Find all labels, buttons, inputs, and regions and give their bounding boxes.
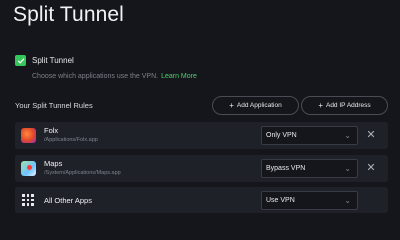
page-title: Split Tunnel [13,3,124,26]
app-name: Maps [44,159,63,168]
chevron-down-icon: ⌄ [344,196,351,205]
check-icon [17,57,24,63]
rule-row-all-other-apps: All Other Apps Use VPN ⌄ [15,187,388,213]
rule-row-folx: Folx /Applications/Folx.app Only VPN ⌄ ✕ [15,122,388,149]
split-tunnel-label: Split Tunnel [32,56,74,65]
close-icon[interactable]: ✕ [365,129,377,141]
mode-select-value: Use VPN [266,197,295,204]
split-tunnel-checkbox[interactable] [15,55,26,66]
add-ip-address-button[interactable]: + Add IP Address [301,96,388,115]
chevron-down-icon: ⌄ [344,164,351,173]
add-ip-address-label: Add IP Address [325,102,371,109]
maps-app-icon [21,161,36,176]
mode-select-all-other-apps[interactable]: Use VPN ⌄ [261,191,358,210]
add-application-button[interactable]: + Add Application [212,96,299,115]
app-name: Folx [44,126,59,135]
mode-select-value: Only VPN [266,132,297,139]
close-icon[interactable]: ✕ [365,162,377,174]
chevron-down-icon: ⌄ [344,131,351,140]
split-tunnel-toggle[interactable]: Split Tunnel [15,55,74,66]
mode-select-folx[interactable]: Only VPN ⌄ [261,126,358,145]
plus-icon: + [229,101,234,110]
description: Choose which applications use the VPN. Le… [32,73,197,80]
app-path: /System/Applications/Maps.app [44,170,121,176]
app-path: /Applications/Folx.app [44,137,98,143]
mode-select-value: Bypass VPN [266,165,306,172]
description-text: Choose which applications use the VPN. [32,73,159,80]
learn-more-link[interactable]: Learn More [161,73,197,80]
mode-select-maps[interactable]: Bypass VPN ⌄ [261,159,358,178]
apps-grid-icon [22,194,34,206]
add-application-label: Add Application [236,102,282,109]
app-name: All Other Apps [44,196,92,205]
rules-title: Your Split Tunnel Rules [15,101,93,110]
rule-row-maps: Maps /System/Applications/Maps.app Bypas… [15,155,388,182]
folx-app-icon [21,128,36,143]
plus-icon: + [318,101,323,110]
